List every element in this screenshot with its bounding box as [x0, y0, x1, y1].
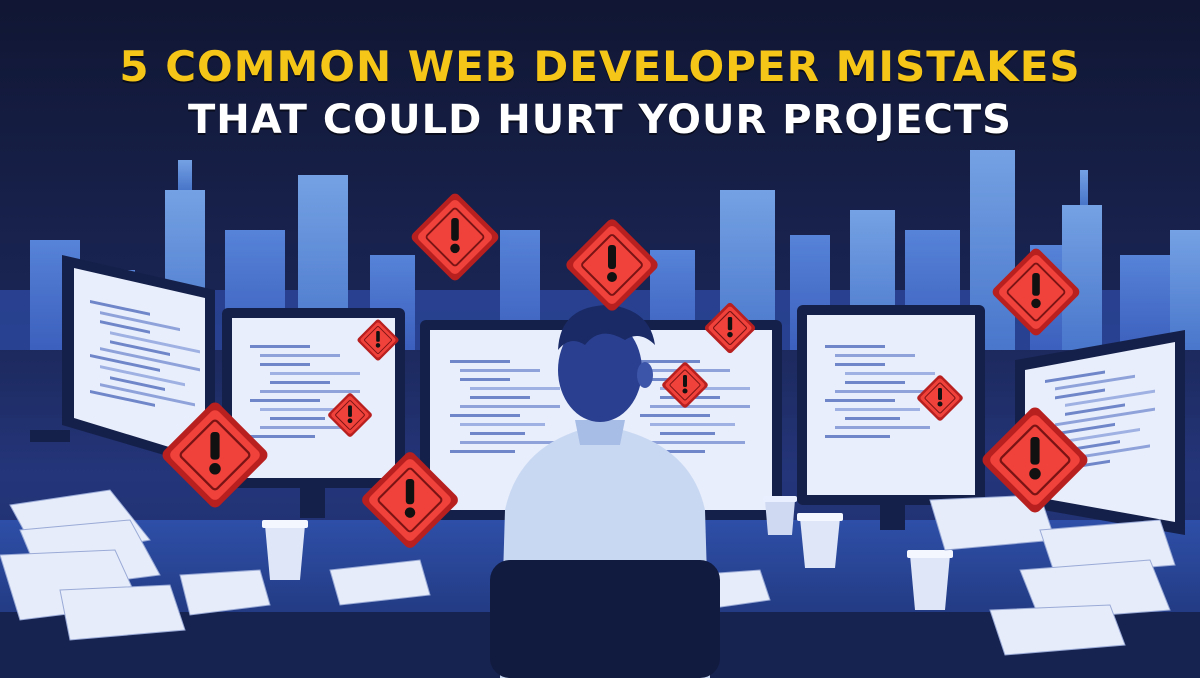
- headline-line-2: THAT COULD HURT YOUR PROJECTS: [188, 97, 1012, 143]
- monitor-right: [797, 305, 985, 530]
- headline: 5 COMMON WEB DEVELOPER MISTAKES THAT COU…: [0, 40, 1200, 146]
- hero-banner: 5 COMMON WEB DEVELOPER MISTAKES THAT COU…: [0, 0, 1200, 678]
- headline-line-1: 5 COMMON WEB DEVELOPER MISTAKES: [119, 42, 1081, 91]
- coffee-cup-icon: [763, 496, 797, 535]
- office-chair: [490, 560, 720, 678]
